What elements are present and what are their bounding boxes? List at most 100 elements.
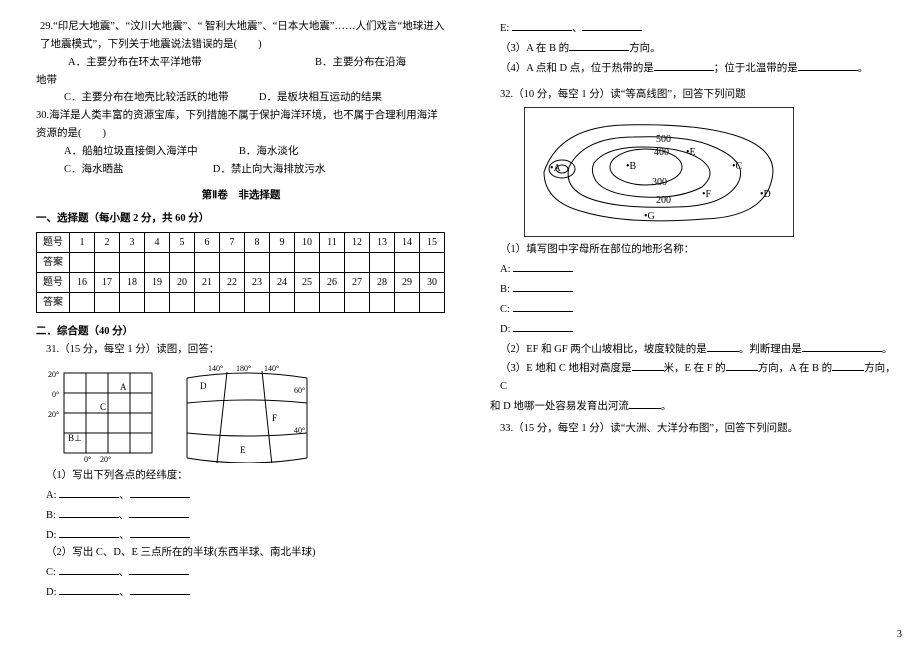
q29-optC: C．主要分布在地壳比较活跃的地带 bbox=[64, 92, 229, 103]
grid-cell: 7 bbox=[220, 233, 245, 253]
grid-cell: 2 bbox=[95, 233, 120, 253]
q30-optC: C．海水晒盐 bbox=[64, 164, 124, 175]
fill-blank[interactable] bbox=[513, 259, 573, 272]
fill-blank[interactable] bbox=[654, 58, 714, 71]
svg-text:C: C bbox=[100, 402, 106, 412]
fill-blank[interactable] bbox=[569, 38, 629, 51]
q30-text: 30.海洋是人类丰富的资源宝库，下列措施不属于保护海洋环境，也不属于合理利用海洋… bbox=[36, 110, 438, 139]
svg-text:140°: 140° bbox=[208, 364, 223, 373]
fill-blank[interactable] bbox=[129, 562, 189, 575]
q29-optA: A．主要分布在环太平洋地带 bbox=[68, 57, 202, 68]
svg-text:A: A bbox=[120, 382, 127, 392]
answer-grid[interactable]: 题号 1 2 3 4 5 6 7 8 9 10 11 12 13 14 15 答… bbox=[36, 232, 445, 313]
svg-text:•D: •D bbox=[760, 189, 771, 200]
grid-cell: 17 bbox=[95, 273, 120, 293]
fill-blank[interactable] bbox=[129, 505, 189, 518]
fill-blank[interactable] bbox=[513, 299, 573, 312]
grid-cell: 21 bbox=[195, 273, 220, 293]
grid-cell: 20 bbox=[170, 273, 195, 293]
svg-text:400: 400 bbox=[654, 147, 669, 158]
svg-text:40°: 40° bbox=[294, 426, 305, 435]
grid-cell: 24 bbox=[270, 273, 295, 293]
q31-figure-grid: 20° 0° 20° 0° 20° A C B⊥ bbox=[46, 363, 166, 463]
svg-text:0°: 0° bbox=[52, 390, 59, 399]
q31-d2-label: D: bbox=[46, 587, 57, 598]
q31-3b: 方向。 bbox=[629, 43, 661, 54]
svg-text:60°: 60° bbox=[294, 386, 305, 395]
sec1-title: 一、选择题（每小题 2 分，共 60 分） bbox=[36, 210, 446, 228]
q32-c-label: C: bbox=[500, 304, 510, 315]
svg-text:F: F bbox=[272, 413, 277, 423]
grid-cell: 3 bbox=[120, 233, 145, 253]
fill-blank[interactable] bbox=[582, 18, 642, 31]
q31-4b: ；位于北温带的是 bbox=[714, 63, 798, 74]
fill-blank[interactable] bbox=[130, 485, 190, 498]
grid-cell: 5 bbox=[170, 233, 195, 253]
svg-text:180°: 180° bbox=[236, 364, 251, 373]
fill-blank[interactable] bbox=[59, 582, 119, 595]
q32-3b: 米，E 在 F 的 bbox=[664, 363, 726, 374]
fill-blank[interactable] bbox=[832, 358, 864, 371]
fill-blank[interactable] bbox=[629, 396, 661, 409]
q32-1: （1）填写图中字母所在部位的地形名称： bbox=[490, 241, 900, 259]
grid-cell: 29 bbox=[395, 273, 420, 293]
q30-optA: A．船舶垃圾直接倒入海洋中 bbox=[64, 146, 198, 157]
svg-text:200: 200 bbox=[656, 195, 671, 206]
fill-blank[interactable] bbox=[512, 18, 572, 31]
fill-blank[interactable] bbox=[130, 525, 190, 538]
grid-cell: 13 bbox=[370, 233, 395, 253]
fill-blank[interactable] bbox=[707, 339, 739, 352]
grid-cell: 8 bbox=[245, 233, 270, 253]
grid-cell: 14 bbox=[395, 233, 420, 253]
fill-blank[interactable] bbox=[513, 279, 573, 292]
fill-blank[interactable] bbox=[632, 358, 664, 371]
q29-optD: D．是板块相互运动的结果 bbox=[259, 89, 446, 107]
grid-cell: 10 bbox=[295, 233, 320, 253]
grid-cell: 4 bbox=[145, 233, 170, 253]
answer-cell[interactable] bbox=[70, 293, 95, 313]
grid-cell: 26 bbox=[320, 273, 345, 293]
answer-cell[interactable] bbox=[70, 253, 95, 273]
svg-text:•A: •A bbox=[550, 163, 562, 174]
grid-cell: 12 bbox=[345, 233, 370, 253]
q32-b-label: B: bbox=[500, 284, 510, 295]
fill-blank[interactable] bbox=[513, 319, 573, 332]
svg-text:140°: 140° bbox=[264, 364, 279, 373]
grid-label: 题号 bbox=[37, 273, 70, 293]
grid-cell: 22 bbox=[220, 273, 245, 293]
svg-text:20°: 20° bbox=[48, 410, 59, 419]
svg-text:20°: 20° bbox=[100, 455, 111, 463]
fill-blank[interactable] bbox=[802, 339, 882, 352]
svg-text:20°: 20° bbox=[48, 370, 59, 379]
q31-e-label: E: bbox=[500, 23, 509, 34]
svg-text:•F: •F bbox=[702, 189, 712, 200]
q31-2: （2）写出 C、D、E 三点所在的半球(东西半球、南北半球) bbox=[36, 544, 446, 562]
q30-optD: D．禁止向大海排放污水 bbox=[213, 164, 326, 175]
q32-d-label: D: bbox=[500, 324, 511, 335]
grid-cell: 25 bbox=[295, 273, 320, 293]
part2-title: 第Ⅱ卷 非选择题 bbox=[36, 187, 446, 205]
fill-blank[interactable] bbox=[59, 485, 119, 498]
q31-c-label: C: bbox=[46, 567, 56, 578]
q32-stem: 32.（10 分，每空 1 分）读“等高线图”，回答下列问题 bbox=[490, 86, 900, 104]
q32-a-label: A: bbox=[500, 264, 511, 275]
q32-2a: （2）EF 和 GF 两个山坡相比，坡度较陡的是 bbox=[500, 344, 707, 355]
grid-cell: 30 bbox=[420, 273, 445, 293]
grid-cell: 1 bbox=[70, 233, 95, 253]
grid-cell: 16 bbox=[70, 273, 95, 293]
fill-blank[interactable] bbox=[59, 562, 119, 575]
fill-blank[interactable] bbox=[726, 358, 758, 371]
fill-blank[interactable] bbox=[130, 582, 190, 595]
q31-figure-polar: 140° 180° 140° 60° 40° D F E bbox=[182, 363, 312, 463]
sec2-title: 二．综合题（40 分） bbox=[36, 323, 446, 341]
fill-blank[interactable] bbox=[798, 58, 858, 71]
grid-cell: 27 bbox=[345, 273, 370, 293]
fill-blank[interactable] bbox=[59, 505, 119, 518]
q31-4a: （4）A 点和 D 点，位于热带的是 bbox=[500, 63, 654, 74]
fill-blank[interactable] bbox=[59, 525, 119, 538]
q31-a-label: A: bbox=[46, 490, 57, 501]
grid-cell: 9 bbox=[270, 233, 295, 253]
svg-text:E: E bbox=[240, 445, 246, 455]
svg-text:500: 500 bbox=[656, 134, 671, 145]
q32-3e: 和 D 地哪一处容易发育出河流 bbox=[490, 401, 629, 412]
